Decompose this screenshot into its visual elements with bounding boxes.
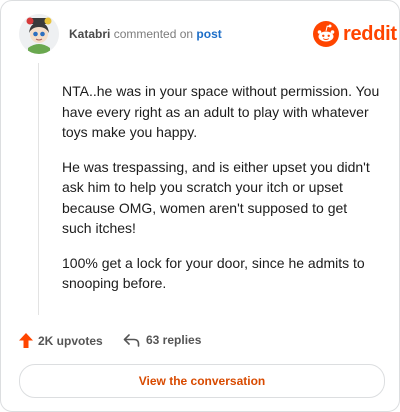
comment-paragraph: 100% get a lock for your door, since he … — [62, 254, 365, 292]
user-avatar[interactable] — [19, 14, 59, 54]
action-text: commented on — [113, 27, 194, 41]
upvotes[interactable]: 2K upvotes — [19, 333, 103, 348]
replies-count: 63 replies — [146, 333, 202, 347]
brand-wordmark: reddit — [343, 23, 397, 45]
comment-embed-card: Katabri commented on post reddit NTA..he… — [0, 0, 400, 412]
username-link[interactable]: Katabri — [69, 27, 110, 41]
post-link[interactable]: post — [196, 27, 221, 41]
reddit-snoo-icon — [313, 21, 339, 47]
view-conversation-button[interactable]: View the conversation — [19, 364, 385, 398]
thread-line — [38, 63, 39, 315]
comment-header: Katabri commented on post — [69, 27, 222, 41]
upvotes-count: 2K upvotes — [38, 333, 103, 348]
reply-arrow-icon — [123, 334, 140, 347]
replies[interactable]: 63 replies — [123, 333, 201, 347]
avatar-image — [19, 14, 59, 54]
comment-paragraph: NTA..he was in your space without permis… — [62, 83, 380, 140]
upvote-arrow-icon — [19, 333, 33, 348]
comment-body: NTA..he was in your space without permis… — [62, 81, 380, 308]
comment-paragraph: He was trespassing, and is either upset … — [62, 158, 370, 237]
